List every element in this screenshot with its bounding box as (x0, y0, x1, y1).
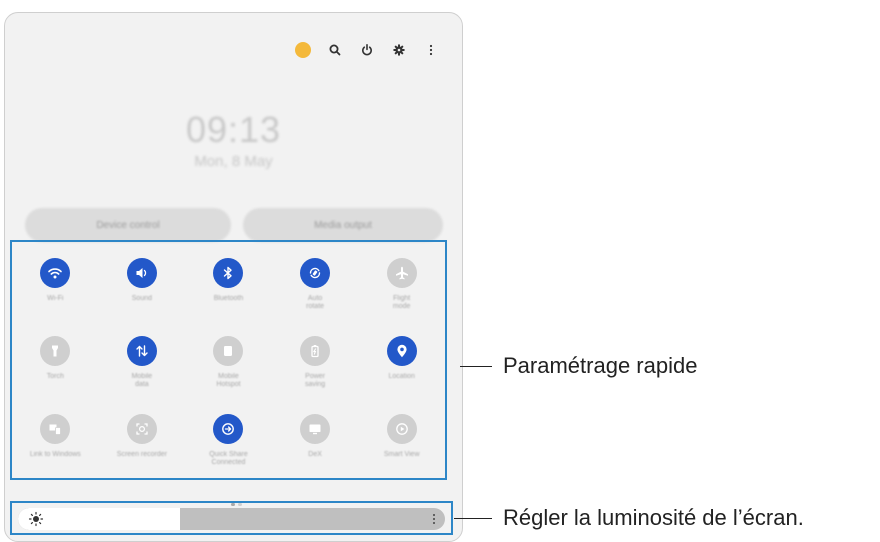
tile-toggle-screen-recorder[interactable] (126, 414, 157, 444)
tile-toggle-hotspot[interactable] (213, 336, 244, 366)
smart-view-icon (395, 423, 408, 435)
brightness-slider[interactable] (18, 508, 445, 530)
tile-airplane[interactable]: Flight mode (358, 258, 445, 336)
tile-mobile-data[interactable]: Mobile data (99, 336, 186, 414)
tile-label: Sound (131, 295, 153, 302)
tile-toggle-torch[interactable] (40, 336, 71, 366)
tile-dex[interactable]: DeX (272, 414, 359, 492)
tile-toggle-airplane[interactable] (386, 258, 417, 288)
tile-label: Smart View (383, 451, 420, 458)
callout-quick-settings: Paramétrage rapide (503, 353, 698, 378)
callout-line-brightness (454, 518, 492, 519)
profile-icon[interactable] (294, 41, 312, 59)
tile-toggle-mobile-data[interactable] (126, 336, 157, 366)
hotspot-icon (224, 346, 233, 356)
tile-label: Wi-Fi (47, 295, 64, 302)
tile-toggle-link-windows[interactable] (40, 414, 71, 444)
tile-location[interactable]: Location (358, 336, 445, 414)
device-control-button[interactable]: Device control (25, 208, 231, 242)
tile-toggle-smart-view[interactable] (386, 414, 417, 444)
callout-line-quick-settings (460, 366, 492, 367)
tile-label: Auto rotate (306, 295, 325, 310)
torch-icon (52, 345, 59, 357)
sun-icon (28, 511, 44, 527)
tile-smart-view[interactable]: Smart View (358, 414, 445, 492)
clock-time: 09:13 (185, 109, 282, 150)
tile-label: Mobile Hotspot (216, 373, 241, 388)
power-saving-icon (311, 345, 319, 358)
tile-toggle-sound[interactable] (126, 258, 157, 288)
tile-torch[interactable]: Torch (12, 336, 99, 414)
tile-label: Link to Windows (29, 451, 81, 458)
search-icon[interactable] (326, 41, 344, 59)
top-icons-bar (294, 41, 440, 59)
wifi-icon (48, 268, 63, 279)
clock-date: Mon, 8 May (194, 153, 273, 170)
callout-brightness: Régler la luminosité de l’écran. (503, 505, 804, 530)
tile-wifi[interactable]: Wi-Fi (12, 258, 99, 336)
power-icon[interactable] (358, 41, 376, 59)
quick-settings-panel: Wi-Fi Sound Bluetooth Auto rotate Flight mod… (10, 240, 447, 480)
tile-label: Bluetooth (213, 295, 244, 302)
tile-label: Quick Share Connected (209, 451, 248, 466)
tile-toggle-location[interactable] (386, 336, 417, 366)
dex-icon (309, 424, 321, 435)
link-windows-icon (49, 424, 62, 435)
location-icon (397, 344, 407, 358)
airplane-icon (395, 266, 408, 280)
auto-rotate-icon (309, 267, 321, 279)
brightness-more-icon[interactable] (431, 512, 437, 526)
tile-toggle-quick-share[interactable] (213, 414, 244, 444)
more-icon[interactable] (422, 41, 440, 59)
tile-label: Torch (46, 373, 64, 380)
mobile-data-icon (136, 345, 148, 357)
tile-sound[interactable]: Sound (99, 258, 186, 336)
media-output-button[interactable]: Media output (243, 208, 443, 242)
screen-recorder-icon (136, 423, 148, 435)
tile-label: Location (388, 373, 415, 380)
quick-settings-grid: Wi-Fi Sound Bluetooth Auto rotate Flight mod… (12, 242, 445, 478)
quick-share-icon (222, 423, 235, 435)
brightness-bar (10, 501, 453, 535)
tile-label: DeX (308, 451, 322, 458)
tile-toggle-wifi[interactable] (40, 258, 71, 288)
tile-auto-rotate[interactable]: Auto rotate (272, 258, 359, 336)
tile-screen-recorder[interactable]: Screen recorder (99, 414, 186, 492)
tile-label: Flight mode (392, 295, 411, 310)
tile-bluetooth[interactable]: Bluetooth (185, 258, 272, 336)
tile-hotspot[interactable]: Mobile Hotspot (185, 336, 272, 414)
tile-quick-share[interactable]: Quick Share Connected (185, 414, 272, 492)
tile-link-windows[interactable]: Link to Windows (12, 414, 99, 492)
settings-icon[interactable] (390, 41, 408, 59)
bluetooth-icon (224, 266, 233, 280)
tile-toggle-bluetooth[interactable] (213, 258, 244, 288)
tile-toggle-auto-rotate[interactable] (300, 258, 331, 288)
sound-icon (136, 268, 147, 278)
tile-label: Power saving (304, 373, 326, 388)
tile-label: Screen recorder (116, 451, 167, 458)
tile-power-saving[interactable]: Power saving (272, 336, 359, 414)
tile-label: Mobile data (131, 373, 153, 388)
tile-toggle-power-saving[interactable] (300, 336, 331, 366)
tile-toggle-dex[interactable] (300, 414, 331, 444)
